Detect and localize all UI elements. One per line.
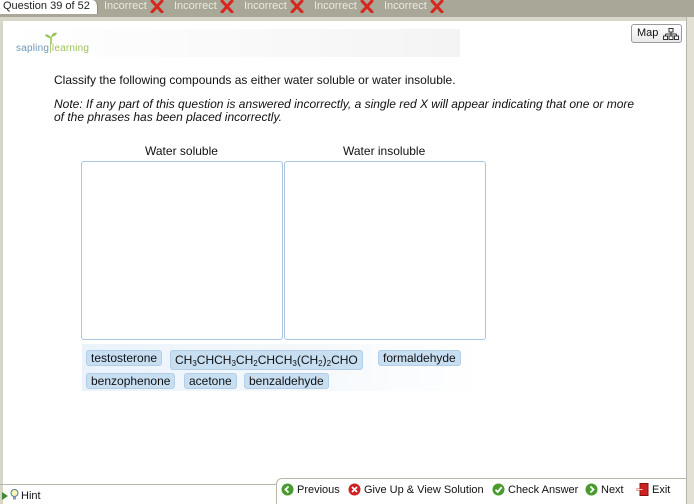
question-instruction: Classify the following compounds as eith… <box>54 73 456 87</box>
bin-title-water-insoluble: Water insoluble <box>343 144 426 158</box>
navigation-bar: Previous Give Up & View Solution Check A… <box>276 478 686 504</box>
bin-title-water-soluble: Water soluble <box>145 144 218 158</box>
logo-banner: sapling|learning <box>8 29 460 57</box>
logo-word-sapling: sapling <box>16 43 50 54</box>
incorrect-x-icon <box>220 0 234 16</box>
check-answer-button[interactable]: Check Answer <box>492 483 578 497</box>
chip-benzophenone[interactable]: benzophenone <box>86 373 176 389</box>
check-answer-label: Check Answer <box>508 484 579 496</box>
formula-part: CH <box>235 353 254 367</box>
attempt-tab-5[interactable]: Incorrect <box>384 0 444 14</box>
question-number-tab[interactable]: Question 39 of 52 <box>0 0 98 14</box>
map-button[interactable]: Map <box>631 24 682 43</box>
frame-top-border <box>0 17 694 21</box>
chip-condensed-formula[interactable]: CH3CHCH3CH2CHCH3(CH2)2CHO <box>170 350 363 370</box>
incorrect-x-icon <box>290 0 304 16</box>
attempt-label: Incorrect <box>384 0 427 12</box>
water-soluble-drop-zone[interactable] <box>81 161 283 340</box>
incorrect-x-icon <box>360 0 374 16</box>
chip-formaldehyde[interactable]: formaldehyde <box>378 350 461 366</box>
hint-button[interactable]: Hint <box>2 489 41 502</box>
attempt-tab-1[interactable]: Incorrect <box>104 0 164 14</box>
formula-part: CHCH <box>196 353 232 367</box>
incorrect-x-icon <box>150 0 164 16</box>
attempt-tab-2[interactable]: Incorrect <box>174 0 234 14</box>
incorrect-x-icon <box>430 0 444 16</box>
chip-acetone[interactable]: acetone <box>184 373 237 389</box>
frame-left-border <box>0 21 3 504</box>
attempt-label: Incorrect <box>314 0 357 12</box>
exit-door-icon <box>636 483 649 496</box>
formula-part: CHCH <box>257 353 293 367</box>
chip-testosterone[interactable]: testosterone <box>86 350 163 366</box>
chip-benzaldehyde[interactable]: benzaldehyde <box>244 373 329 389</box>
next-button[interactable]: Next <box>585 483 624 497</box>
previous-label: Previous <box>297 484 340 496</box>
lightbulb-icon <box>10 489 19 500</box>
formula-part: CH <box>175 353 193 367</box>
sapling-learning-logo: sapling|learning <box>16 43 90 54</box>
give-up-label: Give Up & View Solution <box>364 484 484 496</box>
water-insoluble-drop-zone[interactable] <box>284 161 486 340</box>
exit-label: Exit <box>652 484 671 496</box>
expand-arrow-icon <box>2 492 8 501</box>
previous-arrow-icon <box>281 483 294 496</box>
exit-button[interactable]: Exit <box>635 483 670 497</box>
checkmark-icon <box>492 483 505 496</box>
give-up-view-solution-button[interactable]: Give Up & View Solution <box>348 483 484 497</box>
previous-button[interactable]: Previous <box>281 483 340 497</box>
attempt-label: Incorrect <box>104 0 147 12</box>
attempt-tab-4[interactable]: Incorrect <box>314 0 374 14</box>
give-up-icon <box>348 483 361 496</box>
footer-divider <box>0 484 276 485</box>
attempt-label: Incorrect <box>174 0 217 12</box>
map-tree-icon <box>663 28 679 40</box>
formula-part: CHO <box>331 353 358 367</box>
map-label: Map <box>637 27 659 39</box>
question-tab-strip: Question 39 of 52 Incorrect Incorrect In… <box>0 0 694 17</box>
attempt-tab-3[interactable]: Incorrect <box>244 0 304 14</box>
hint-label: Hint <box>21 490 41 502</box>
next-label: Next <box>601 484 624 496</box>
formula-part: (CH <box>296 353 319 367</box>
logo-word-learning: learning <box>51 43 90 54</box>
attempt-label: Incorrect <box>244 0 287 12</box>
question-note: Note: If any part of this question is an… <box>54 97 635 124</box>
next-arrow-icon <box>585 483 598 496</box>
frame-right-scroll-edge <box>686 17 694 504</box>
